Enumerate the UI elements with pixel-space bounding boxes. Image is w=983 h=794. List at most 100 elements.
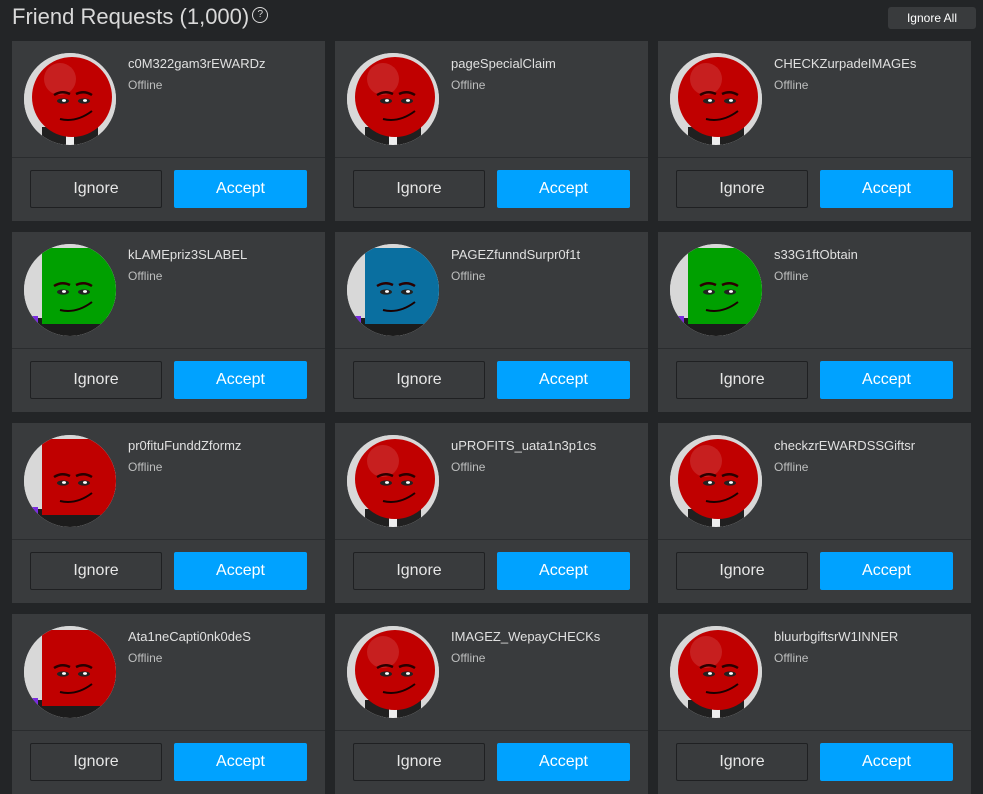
ignore-button[interactable]: Ignore xyxy=(353,170,485,208)
presence-status: Offline xyxy=(451,460,486,474)
accept-button[interactable]: Accept xyxy=(497,170,630,208)
card-divider xyxy=(658,539,971,540)
username[interactable]: c0M322gam3rEWARDz xyxy=(128,56,266,71)
ignore-button[interactable]: Ignore xyxy=(353,552,485,590)
card-divider xyxy=(658,730,971,731)
avatar[interactable] xyxy=(24,435,116,527)
page-header: Friend Requests (1,000) ? Ignore All xyxy=(0,0,983,40)
avatar[interactable] xyxy=(24,244,116,336)
ignore-button[interactable]: Ignore xyxy=(30,361,162,399)
avatar-icon xyxy=(24,53,116,145)
avatar-icon xyxy=(347,626,439,718)
help-icon[interactable]: ? xyxy=(252,7,269,23)
presence-status: Offline xyxy=(451,651,486,665)
accept-button[interactable]: Accept xyxy=(174,361,307,399)
avatar[interactable] xyxy=(347,53,439,145)
friend-request-info: Ata1neCapti0nk0deS Offline xyxy=(12,614,325,730)
friend-request-card: bluurbgiftsrW1INNER Offline Ignore Accep… xyxy=(658,614,971,794)
accept-button[interactable]: Accept xyxy=(174,552,307,590)
avatar-icon xyxy=(347,435,439,527)
ignore-button[interactable]: Ignore xyxy=(676,361,808,399)
avatar-icon xyxy=(670,435,762,527)
card-divider xyxy=(12,348,325,349)
ignore-button[interactable]: Ignore xyxy=(676,552,808,590)
presence-status: Offline xyxy=(774,269,809,283)
friend-request-info: PAGEZfunndSurpr0f1t Offline xyxy=(335,232,648,348)
presence-status: Offline xyxy=(128,460,163,474)
ignore-button[interactable]: Ignore xyxy=(30,170,162,208)
presence-status: Offline xyxy=(774,78,809,92)
avatar[interactable] xyxy=(24,626,116,718)
ignore-all-button[interactable]: Ignore All xyxy=(888,7,976,29)
presence-status: Offline xyxy=(774,651,809,665)
avatar[interactable] xyxy=(347,626,439,718)
accept-button[interactable]: Accept xyxy=(497,361,630,399)
friend-request-card: checkzrEWARDSSGiftsr Offline Ignore Acce… xyxy=(658,423,971,603)
friend-request-info: uPROFITS_uata1n3p1cs Offline xyxy=(335,423,648,539)
friend-request-card: Ata1neCapti0nk0deS Offline Ignore Accept xyxy=(12,614,325,794)
avatar[interactable] xyxy=(670,53,762,145)
accept-button[interactable]: Accept xyxy=(174,743,307,781)
friend-request-info: IMAGEZ_WepayCHECKs Offline xyxy=(335,614,648,730)
presence-status: Offline xyxy=(128,651,163,665)
avatar[interactable] xyxy=(347,244,439,336)
avatar[interactable] xyxy=(670,244,762,336)
ignore-button[interactable]: Ignore xyxy=(676,743,808,781)
presence-status: Offline xyxy=(128,269,163,283)
username[interactable]: Ata1neCapti0nk0deS xyxy=(128,629,251,644)
username[interactable]: kLAMEpriz3SLABEL xyxy=(128,247,247,262)
card-divider xyxy=(658,157,971,158)
avatar-icon xyxy=(347,244,439,336)
username[interactable]: pr0fituFunddZformz xyxy=(128,438,241,453)
username[interactable]: PAGEZfunndSurpr0f1t xyxy=(451,247,580,262)
accept-button[interactable]: Accept xyxy=(820,552,953,590)
friend-request-card: pageSpecialClaim Offline Ignore Accept xyxy=(335,41,648,221)
friend-request-info: bluurbgiftsrW1INNER Offline xyxy=(658,614,971,730)
ignore-button[interactable]: Ignore xyxy=(353,361,485,399)
friend-request-card: s33G1ftObtain Offline Ignore Accept xyxy=(658,232,971,412)
username[interactable]: s33G1ftObtain xyxy=(774,247,858,262)
friend-request-info: pageSpecialClaim Offline xyxy=(335,41,648,157)
card-divider xyxy=(335,730,648,731)
username[interactable]: CHECKZurpadeIMAGEs xyxy=(774,56,916,71)
username[interactable]: IMAGEZ_WepayCHECKs xyxy=(451,629,600,644)
ignore-button[interactable]: Ignore xyxy=(30,743,162,781)
avatar[interactable] xyxy=(24,53,116,145)
friend-request-card: c0M322gam3rEWARDz Offline Ignore Accept xyxy=(12,41,325,221)
accept-button[interactable]: Accept xyxy=(497,743,630,781)
avatar-icon xyxy=(24,244,116,336)
accept-button[interactable]: Accept xyxy=(820,361,953,399)
ignore-button[interactable]: Ignore xyxy=(30,552,162,590)
presence-status: Offline xyxy=(451,269,486,283)
ignore-button[interactable]: Ignore xyxy=(353,743,485,781)
accept-button[interactable]: Accept xyxy=(174,170,307,208)
avatar[interactable] xyxy=(670,435,762,527)
username[interactable]: bluurbgiftsrW1INNER xyxy=(774,629,898,644)
avatar-icon xyxy=(670,53,762,145)
avatar-icon xyxy=(24,626,116,718)
username[interactable]: uPROFITS_uata1n3p1cs xyxy=(451,438,596,453)
accept-button[interactable]: Accept xyxy=(820,170,953,208)
friend-request-card: pr0fituFunddZformz Offline Ignore Accept xyxy=(12,423,325,603)
accept-button[interactable]: Accept xyxy=(497,552,630,590)
friend-request-info: CHECKZurpadeIMAGEs Offline xyxy=(658,41,971,157)
page-title-text: Friend Requests (1,000) xyxy=(12,4,250,29)
avatar-icon xyxy=(347,53,439,145)
friend-request-card: CHECKZurpadeIMAGEs Offline Ignore Accept xyxy=(658,41,971,221)
username[interactable]: checkzrEWARDSSGiftsr xyxy=(774,438,915,453)
card-divider xyxy=(12,157,325,158)
username[interactable]: pageSpecialClaim xyxy=(451,56,556,71)
presence-status: Offline xyxy=(128,78,163,92)
friend-request-info: checkzrEWARDSSGiftsr Offline xyxy=(658,423,971,539)
avatar[interactable] xyxy=(347,435,439,527)
accept-button[interactable]: Accept xyxy=(820,743,953,781)
card-divider xyxy=(12,730,325,731)
avatar[interactable] xyxy=(670,626,762,718)
presence-status: Offline xyxy=(451,78,486,92)
presence-status: Offline xyxy=(774,460,809,474)
friend-request-card: kLAMEpriz3SLABEL Offline Ignore Accept xyxy=(12,232,325,412)
ignore-button[interactable]: Ignore xyxy=(676,170,808,208)
friend-request-card: uPROFITS_uata1n3p1cs Offline Ignore Acce… xyxy=(335,423,648,603)
page-title: Friend Requests (1,000) ? xyxy=(12,4,269,30)
avatar-icon xyxy=(24,435,116,527)
